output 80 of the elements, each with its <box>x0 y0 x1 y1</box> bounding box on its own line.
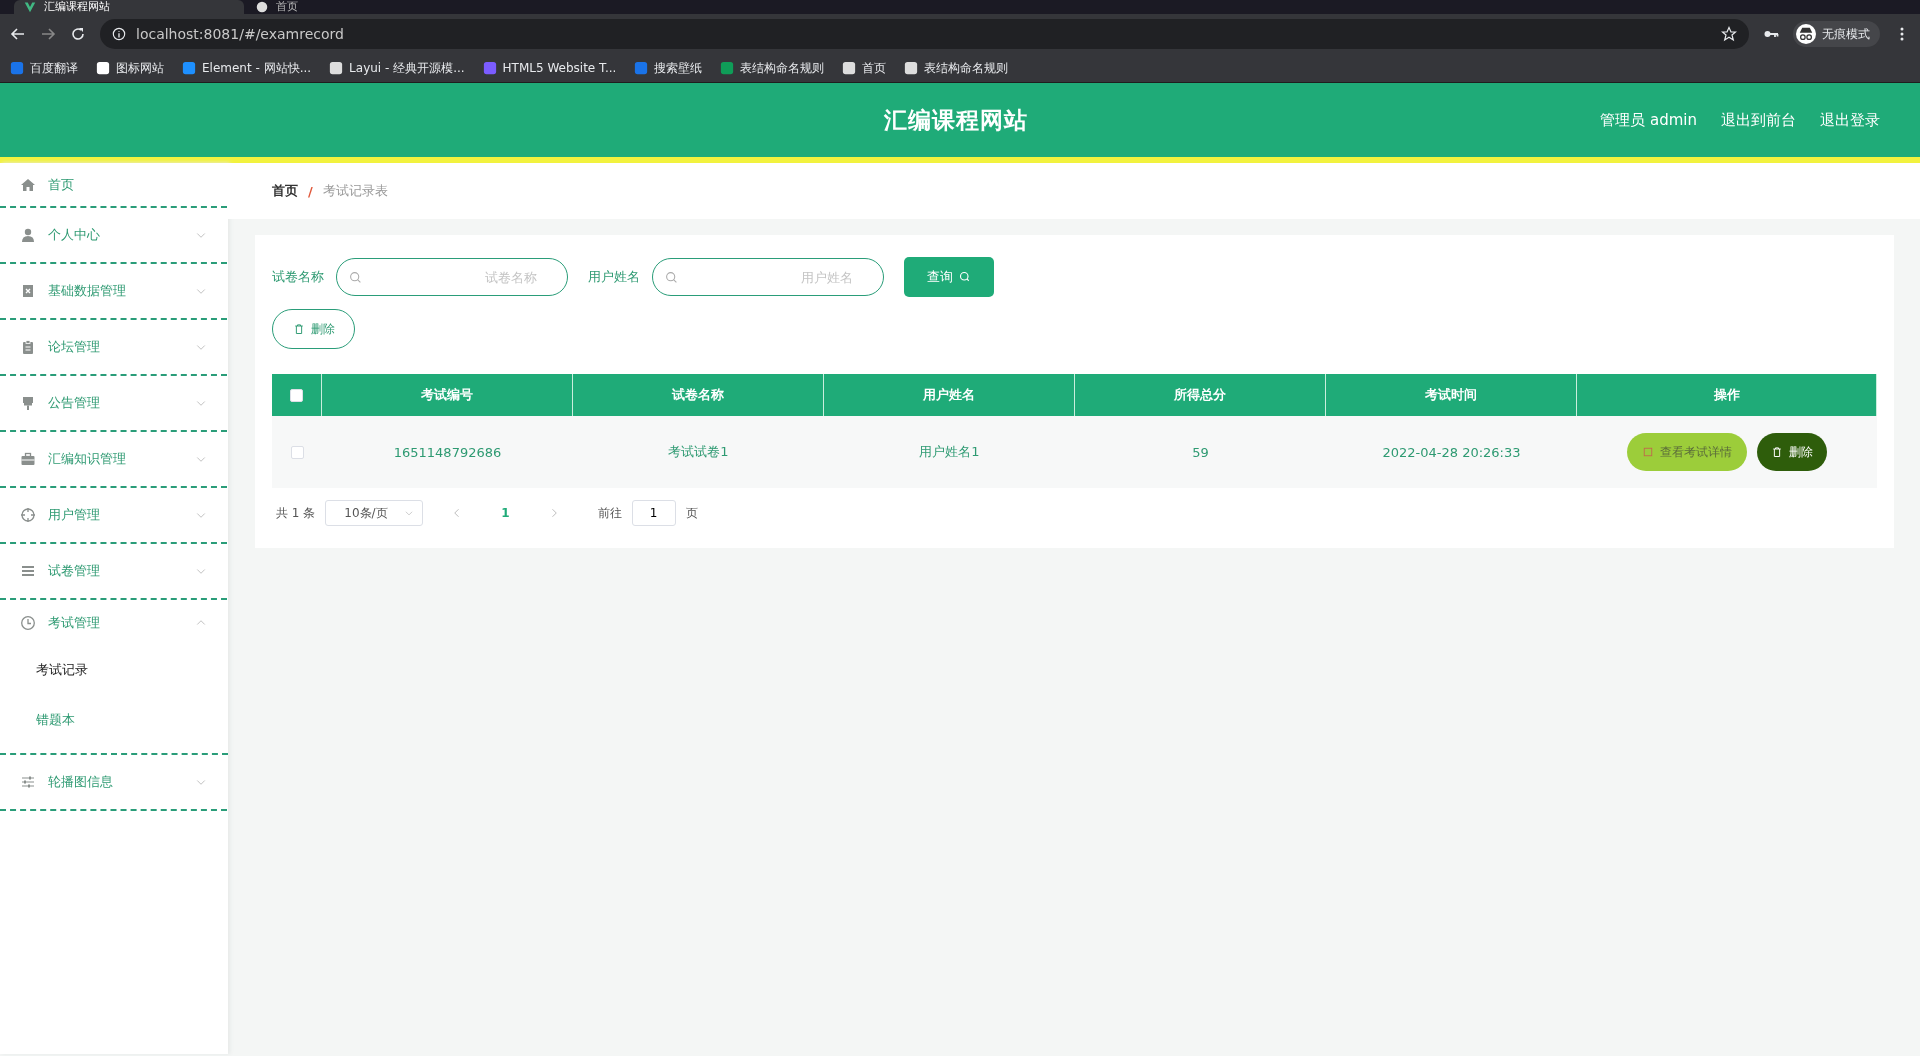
delete-button[interactable]: 删除 <box>272 309 355 349</box>
bookmark-icon <box>96 61 110 75</box>
menu-item[interactable]: 汇编知识管理 <box>0 432 227 488</box>
bookmark-icon <box>634 61 649 75</box>
menu-item[interactable]: 用户管理 <box>0 488 227 544</box>
menu-item[interactable]: 轮播图信息 <box>0 755 227 811</box>
table-cell: 1651148792686 <box>393 444 502 460</box>
bookmark[interactable]: HTML5 Website T... <box>482 61 617 75</box>
info-icon <box>112 27 126 41</box>
trash-icon <box>292 323 305 335</box>
browser-tab[interactable]: 汇编课程网站 <box>14 0 244 14</box>
bookmark[interactable]: 首页 <box>842 59 887 77</box>
reload-icon <box>70 26 86 42</box>
field-label: 用户姓名 <box>588 268 640 286</box>
menu-item[interactable]: 个人中心 <box>0 208 227 264</box>
bookmark[interactable]: Layui - 经典开源模... <box>329 59 465 77</box>
signpost-icon <box>20 395 36 411</box>
bookmark[interactable]: 表结构命名规则 <box>904 59 1009 77</box>
bookmark-icon <box>10 61 24 75</box>
sliders-icon <box>20 774 36 790</box>
menu-item[interactable]: 公告管理 <box>0 376 227 432</box>
delete-button[interactable]: 删除 <box>1757 433 1827 471</box>
bookmark-icon <box>842 61 857 75</box>
menu-item[interactable]: 基础数据管理 <box>0 264 227 320</box>
table-cell: 考试试卷1 <box>668 443 729 461</box>
table-cell: 2022-04-28 20:26:33 <box>1382 444 1521 460</box>
bookmark-icon <box>904 61 919 75</box>
bookmark[interactable]: Element - 网站快... <box>182 59 312 77</box>
column-header: 试卷名称 <box>573 374 824 416</box>
incognito-button[interactable]: 无痕模式 <box>1793 21 1880 47</box>
column-header: 操作 <box>1577 374 1877 416</box>
site-title: 汇编课程网站 <box>884 105 1028 135</box>
field-label: 试卷名称 <box>272 268 324 286</box>
bookmark[interactable]: 图标网站 <box>96 59 164 77</box>
goto-label: 前往 <box>597 504 622 522</box>
trash-icon <box>1771 446 1783 458</box>
list-icon <box>20 563 36 579</box>
incognito-icon <box>1796 24 1816 44</box>
submenu-item[interactable]: 错题本 <box>0 695 228 745</box>
column-header: 考试编号 <box>322 374 573 416</box>
select-all-checkbox[interactable] <box>290 388 303 402</box>
admin-label: 管理员 admin <box>1600 110 1697 130</box>
bookmark-icon <box>482 61 497 75</box>
person-icon <box>20 227 36 243</box>
menu-item[interactable]: 考试管理 <box>0 600 227 645</box>
table-cell: 59 <box>1192 444 1209 460</box>
clipboard-icon <box>20 339 36 355</box>
page-suffix: 页 <box>685 504 698 522</box>
bookmark[interactable]: 百度翻译 <box>10 59 78 77</box>
bookmark-icon <box>329 61 344 75</box>
column-header: 所得总分 <box>1075 374 1326 416</box>
bookmark-icon <box>720 61 735 75</box>
chevron-down-icon <box>404 508 415 518</box>
column-header: 考试时间 <box>1326 374 1577 416</box>
total-count: 共 1 条 <box>276 504 316 522</box>
url-field[interactable]: localhost:8081/#/examrecord <box>136 26 344 42</box>
briefcase-icon <box>20 451 36 467</box>
menu-item[interactable]: 论坛管理 <box>0 320 227 376</box>
home-icon <box>20 176 36 193</box>
page-input[interactable]: 1 <box>631 500 676 526</box>
submenu-item[interactable]: 考试记录 <box>0 645 228 695</box>
column-header: 用户姓名 <box>824 374 1075 416</box>
crosshair-icon <box>20 507 36 523</box>
breadcrumb-separator: / <box>308 183 313 199</box>
search-icon <box>959 271 971 283</box>
row-checkbox[interactable] <box>290 445 304 459</box>
table-cell: 用户姓名1 <box>919 443 980 461</box>
bookmark[interactable]: 表结构命名规则 <box>720 59 825 77</box>
breadcrumb-item[interactable]: 首页 <box>272 182 298 200</box>
star-icon <box>1721 26 1737 42</box>
back-icon <box>10 26 26 42</box>
bookmark[interactable]: 搜索壁纸 <box>634 59 703 77</box>
breadcrumb-item: 考试记录表 <box>322 182 388 200</box>
browser-tab[interactable]: 首页 <box>246 0 476 14</box>
bookmark-icon <box>182 61 196 75</box>
forward-icon <box>40 26 56 42</box>
page-size-select[interactable]: 10条/页 <box>325 500 424 526</box>
menu-item[interactable]: 试卷管理 <box>0 544 227 600</box>
clock-icon <box>20 614 36 631</box>
search-field[interactable]: 试卷名称 <box>336 258 568 296</box>
